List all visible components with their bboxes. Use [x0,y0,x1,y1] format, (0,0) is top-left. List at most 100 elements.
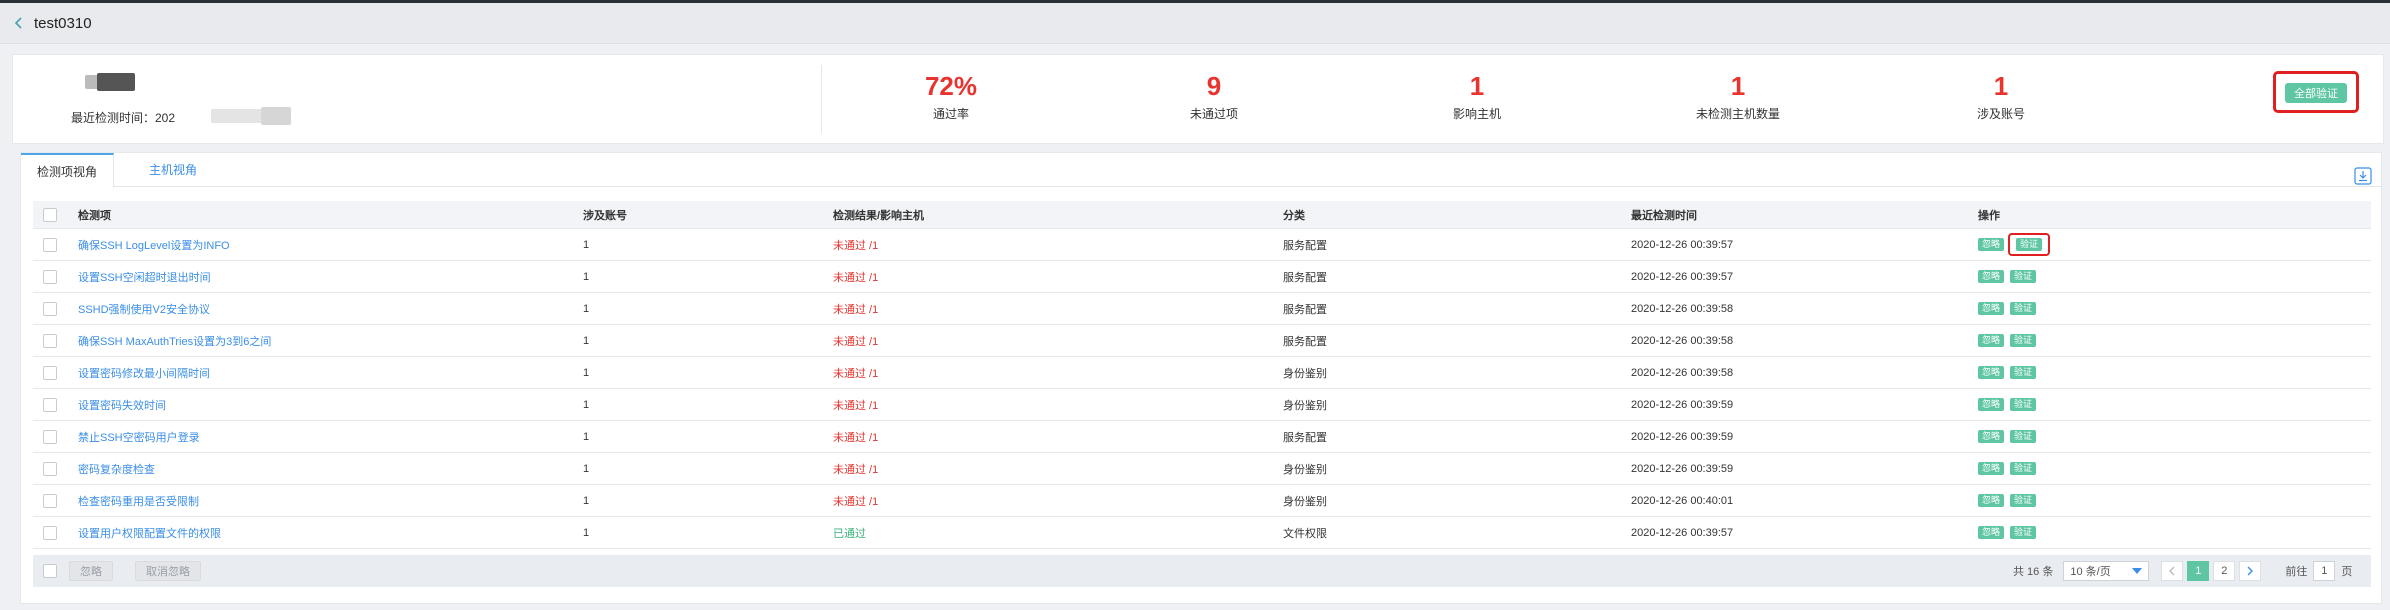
ignore-button[interactable]: 忽略 [1978,302,2005,315]
table-row: SSHD强制使用V2安全协议 1 未通过 /1 服务配置 2020-12-26 00:3… [33,293,2371,325]
category: 服务配置 [1283,239,1327,252]
tab-check-item-view[interactable]: 检测项视角 [21,153,115,187]
goto-page-input[interactable]: 1 [2313,561,2336,581]
ignore-button[interactable]: 忽略 [1978,398,2005,411]
prev-page-button[interactable] [2161,561,2184,581]
verify-button[interactable]: 验证 [2010,430,2037,443]
row-actions: 忽略 验证 [1978,325,2037,356]
table-row: 设置密码修改最小间隔时间 1 未通过 /1 身份鉴别 2020-12-26 00:39:… [33,357,2371,389]
category: 身份鉴别 [1283,463,1327,476]
page-1-button[interactable]: 1 [2187,561,2210,581]
check-item-link[interactable]: 设置用户权限配置文件的权限 [78,525,221,541]
verify-all-button[interactable]: 全部验证 [2285,83,2347,103]
verify-button[interactable]: 验证 [2010,334,2037,347]
verify-button[interactable]: 验证 [2016,238,2043,251]
next-page-button[interactable] [2239,561,2262,581]
ignore-button[interactable]: 忽略 [1978,334,2005,347]
check-time: 2020-12-26 00:39:57 [1631,238,1734,251]
check-result: 未通过 /1 [833,239,879,252]
table-row: 禁止SSH空密码用户登录 1 未通过 /1 服务配置 2020-12-26 00:39:… [33,421,2371,453]
check-time: 2020-12-26 00:39:59 [1631,398,1734,411]
row-actions: 忽略 验证 [1978,261,2037,292]
check-item-link[interactable]: 设置密码修改最小间隔时间 [78,365,210,381]
check-item-link[interactable]: 密码复杂度检查 [78,461,155,477]
row-checkbox[interactable] [43,493,57,508]
page-size-select[interactable]: 10 条/页 [2063,561,2150,581]
bulk-ignore-button[interactable]: 忽略 [69,561,113,581]
title-bar: test0310 [0,3,2390,44]
page-size-value: 10 条/页 [2070,566,2111,578]
check-result: 未通过 /1 [833,367,879,380]
row-checkbox[interactable] [43,333,57,348]
row-checkbox[interactable] [43,237,57,252]
stat-label: 通过率 [932,107,969,121]
check-time: 2020-12-26 00:39:58 [1631,334,1734,347]
row-checkbox[interactable] [43,269,57,284]
category: 文件权限 [1283,527,1327,540]
account-count: 1 [583,462,590,475]
row-actions: 忽略 验证 [1978,293,2037,324]
ignore-button[interactable]: 忽略 [1978,238,2005,251]
footer-select-all-checkbox[interactable] [43,564,57,578]
row-checkbox[interactable] [43,525,57,540]
row-checkbox[interactable] [43,461,57,476]
check-result: 未通过 /1 [833,335,879,348]
tab-host-view[interactable]: 主机视角 [133,153,213,187]
row-checkbox[interactable] [43,301,57,316]
check-item-link[interactable]: 检查密码重用是否受限制 [78,493,199,509]
table-body: 确保SSH LogLevel设置为INFO 1 未通过 /1 服务配置 2020-12-… [33,229,2371,549]
category: 服务配置 [1283,431,1327,444]
verify-button[interactable]: 验证 [2010,462,2037,475]
check-item-link[interactable]: 确保SSH LogLevel设置为INFO [78,237,230,253]
check-time: 2020-12-26 00:39:58 [1631,366,1734,379]
row-checkbox[interactable] [43,365,57,380]
table-row: 确保SSH MaxAuthTries设置为3到6之间 1 未通过 /1 服务配置 202… [33,325,2371,357]
check-result: 未通过 /1 [833,399,879,412]
category: 身份鉴别 [1283,399,1327,412]
verify-button[interactable]: 验证 [2010,366,2037,379]
row-actions: 忽略 验证 [1978,389,2037,420]
check-item-link[interactable]: SSHD强制使用V2安全协议 [78,301,210,317]
download-icon[interactable] [2354,167,2372,185]
summary-card: 最近检测时间：202 72% 通过率 9 未通过项 1 影响主机 1 未检测主机… [12,54,2384,144]
row-checkbox[interactable] [43,429,57,444]
verify-button[interactable]: 验证 [2010,302,2037,315]
page-2-button[interactable]: 2 [2213,561,2236,581]
table-row: 密码复杂度检查 1 未通过 /1 身份鉴别 2020-12-26 00:39:59 忽略验… [33,453,2371,485]
stat-pass-rate: 72% 通过率 [851,71,1051,122]
check-item-link[interactable]: 确保SSH MaxAuthTries设置为3到6之间 [78,333,271,349]
ignore-button[interactable]: 忽略 [1978,462,2005,475]
stat-value: 1 [1469,71,1485,101]
check-time: 2020-12-26 00:39:59 [1631,462,1734,475]
back-chevron-icon[interactable] [12,16,26,30]
check-time: 2020-12-26 00:39:58 [1631,302,1734,315]
category: 身份鉴别 [1283,495,1327,508]
col-header-name: 检测项 [78,209,111,222]
verify-button[interactable]: 验证 [2010,398,2037,411]
check-time: 2020-12-26 00:39:57 [1631,526,1734,539]
account-count: 1 [583,238,590,251]
bulk-unignore-button[interactable]: 取消忽略 [135,561,201,581]
verify-button[interactable]: 验证 [2010,270,2037,283]
check-time: 2020-12-26 00:40:01 [1631,494,1734,507]
table-footer: 忽略 取消忽略 共 16 条 10 条/页 1 2 前往 1 页 [33,555,2371,587]
account-count: 1 [583,398,590,411]
ignore-button[interactable]: 忽略 [1978,430,2005,443]
ignore-button[interactable]: 忽略 [1978,366,2005,379]
verify-button[interactable]: 验证 [2010,526,2037,539]
ignore-button[interactable]: 忽略 [1978,526,2005,539]
ignore-button[interactable]: 忽略 [1978,270,2005,283]
row-checkbox[interactable] [43,397,57,412]
verify-button[interactable]: 验证 [2010,494,2037,507]
redacted-block [261,107,291,125]
select-all-checkbox[interactable] [43,207,57,222]
category: 服务配置 [1283,303,1327,316]
ignore-button[interactable]: 忽略 [1978,494,2005,507]
check-result: 未通过 /1 [833,271,879,284]
highlight-frame: 全部验证 [2273,71,2359,113]
check-item-link[interactable]: 禁止SSH空密码用户登录 [78,429,200,445]
check-item-link[interactable]: 设置SSH空闲超时退出时间 [78,269,211,285]
col-header-result: 检测结果/影响主机 [833,209,925,222]
check-item-link[interactable]: 设置密码失效时间 [78,397,166,413]
check-items-table: 检测项 涉及账号 检测结果/影响主机 分类 最近检测时间 操作 确保SSH Lo… [33,201,2371,549]
